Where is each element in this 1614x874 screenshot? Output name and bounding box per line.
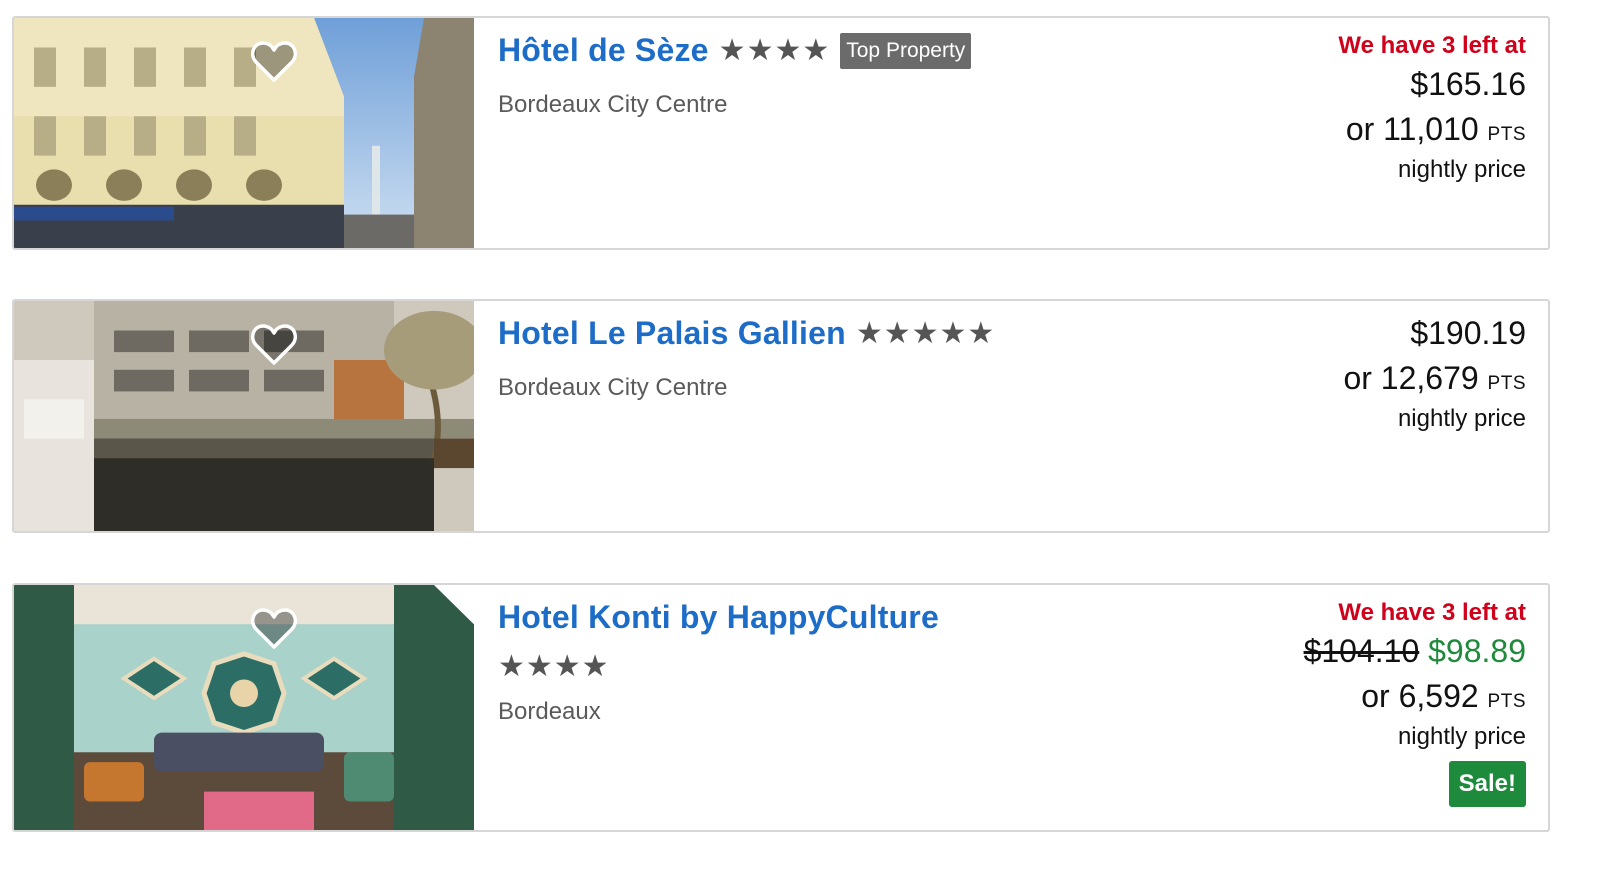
favorite-heart-icon[interactable] bbox=[44, 323, 297, 367]
hotel-location: Bordeaux bbox=[498, 698, 601, 725]
star-rating: ★★★★ bbox=[498, 650, 610, 683]
hotel-card[interactable]: Hotel Konti by HappyCulture ★★★★ Bordeau… bbox=[12, 583, 1550, 832]
favorite-heart-icon[interactable] bbox=[44, 40, 297, 84]
hotel-card[interactable]: Hotel Le Palais Gallien ★★★★★ Bordeaux C… bbox=[12, 299, 1550, 533]
photo-gallery-icon[interactable] bbox=[424, 481, 458, 513]
points-price: or 12,679 PTS bbox=[1343, 360, 1526, 397]
hotel-location: Bordeaux City Centre bbox=[498, 374, 728, 401]
nightly-price: $104.10 $98.89 bbox=[1304, 633, 1526, 670]
points-unit: PTS bbox=[1487, 373, 1526, 394]
hotel-info: Hôtel de Sèze ★★★★ Top Property Bordeaux… bbox=[498, 32, 1258, 119]
price-block: We have 3 left at $104.10 $98.89 or 6,59… bbox=[1304, 599, 1526, 807]
sale-badge: Sale! bbox=[1448, 761, 1526, 807]
photo-gallery-icon[interactable] bbox=[424, 780, 458, 812]
price-note: nightly price bbox=[1397, 156, 1526, 183]
points-unit: PTS bbox=[1487, 691, 1526, 712]
nightly-price: $165.16 bbox=[1410, 66, 1526, 102]
price-note: nightly price bbox=[1397, 405, 1526, 432]
price-block: We have 3 left at $165.16 or 11,010 PTS … bbox=[1338, 32, 1526, 184]
favorite-heart-icon[interactable] bbox=[44, 607, 297, 651]
price-block: $190.19 or 12,679 PTS nightly price bbox=[1343, 315, 1526, 433]
hotel-info: Hotel Le Palais Gallien ★★★★★ Bordeaux C… bbox=[498, 315, 1258, 402]
hotel-card[interactable]: Hôtel de Sèze ★★★★ Top Property Bordeaux… bbox=[12, 16, 1550, 250]
hotel-photo[interactable] bbox=[14, 18, 474, 248]
points-value: or 11,010 bbox=[1345, 111, 1479, 147]
availability-urgency: We have 3 left at bbox=[1338, 599, 1526, 626]
availability-urgency: We have 3 left at bbox=[1338, 32, 1526, 59]
hotel-location: Bordeaux City Centre bbox=[498, 91, 728, 118]
points-price: or 11,010 PTS bbox=[1338, 111, 1526, 148]
hotel-results-list: Hôtel de Sèze ★★★★ Top Property Bordeaux… bbox=[0, 0, 1614, 874]
photo-gallery-icon[interactable] bbox=[424, 198, 458, 230]
hotel-photo[interactable] bbox=[14, 301, 474, 531]
star-rating: ★★★★★ bbox=[855, 316, 996, 350]
points-price: or 6,592 PTS bbox=[1304, 678, 1526, 715]
nightly-price: $190.19 bbox=[1410, 315, 1526, 351]
points-unit: PTS bbox=[1487, 124, 1526, 145]
original-price: $104.10 bbox=[1303, 633, 1420, 669]
sale-price: $98.89 bbox=[1428, 633, 1526, 669]
points-value: or 6,592 bbox=[1361, 678, 1479, 714]
price-note: nightly price bbox=[1397, 723, 1526, 750]
hotel-info: Hotel Konti by HappyCulture ★★★★ Bordeau… bbox=[498, 599, 1258, 726]
hotel-photo[interactable] bbox=[14, 585, 474, 830]
hotel-name-link[interactable]: Hotel Konti by HappyCulture bbox=[498, 599, 939, 636]
hotel-name-link[interactable]: Hotel Le Palais Gallien bbox=[498, 315, 846, 352]
points-value: or 12,679 bbox=[1343, 360, 1479, 396]
top-property-badge: Top Property bbox=[840, 32, 972, 69]
hotel-name-link[interactable]: Hôtel de Sèze bbox=[498, 32, 709, 69]
star-rating: ★★★★ bbox=[718, 33, 831, 67]
